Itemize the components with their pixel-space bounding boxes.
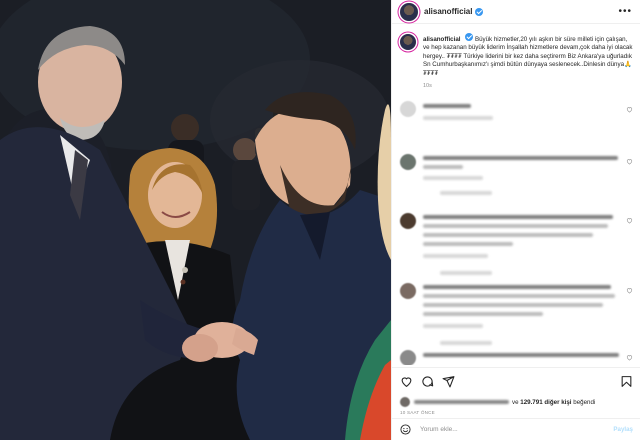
blurred-comment-text	[423, 215, 613, 219]
comment-like-heart-icon[interactable]	[626, 354, 633, 361]
likes-summary[interactable]: ve 129.791 diğer kişi beğendi	[400, 397, 633, 407]
likes-count-text[interactable]: ve 129.791 diğer kişi beğendi	[512, 399, 595, 406]
commenter-avatar[interactable]	[400, 283, 416, 299]
liker-avatar[interactable]	[400, 397, 410, 407]
blurred-comment-text	[423, 224, 608, 228]
blurred-comment-text	[423, 233, 593, 237]
caption-author-avatar[interactable]	[400, 34, 416, 50]
verified-badge-icon	[475, 7, 484, 16]
emoji-icon[interactable]	[400, 424, 411, 435]
blurred-comment-text	[423, 104, 471, 108]
comment-icon[interactable]	[421, 375, 434, 388]
post-actions: ve 129.791 diğer kişi beğendi 10 SAAT ÖN…	[392, 367, 640, 415]
blurred-comment-text	[423, 285, 611, 289]
commenter-avatar[interactable]	[400, 154, 416, 170]
blurred-replies-link[interactable]	[440, 191, 492, 195]
post-time-ago[interactable]: 10 SAAT ÖNCE	[400, 410, 633, 415]
author-username[interactable]: alisanofficial	[424, 7, 472, 16]
likes-suffix: beğendi	[571, 398, 596, 406]
post-details-panel: alisanofficial ••• alisanofficial Büyük …	[391, 0, 640, 440]
photo-illustration	[0, 0, 391, 440]
blurred-comment-text	[423, 294, 615, 298]
commenter-avatar[interactable]	[400, 213, 416, 229]
comment-like-heart-icon[interactable]	[626, 106, 633, 113]
commenter-avatar[interactable]	[400, 350, 416, 365]
add-comment-bar: Paylaş	[392, 418, 640, 440]
blurred-comment-text	[423, 303, 603, 307]
post-photo[interactable]	[0, 0, 391, 440]
blurred-replies-link[interactable]	[440, 341, 492, 345]
comment-like-heart-icon[interactable]	[626, 287, 633, 294]
share-icon[interactable]	[442, 375, 455, 388]
post-caption: alisanofficial Büyük hizmetler,20 yılı a…	[392, 25, 640, 90]
likes-count[interactable]: 129.791 diğer kişi	[520, 399, 571, 406]
comment-like-heart-icon[interactable]	[626, 158, 633, 165]
bookmark-icon[interactable]	[620, 375, 633, 388]
blurred-comment-meta	[423, 176, 483, 180]
heart-icon[interactable]	[400, 375, 413, 388]
comment-input[interactable]	[420, 426, 590, 433]
blurred-comment-text	[423, 156, 618, 160]
post-header: alisanofficial •••	[392, 0, 640, 24]
blurred-replies-link[interactable]	[440, 271, 492, 275]
post-comment-button[interactable]: Paylaş	[613, 426, 633, 433]
blurred-comment-meta	[423, 324, 483, 328]
comments-section[interactable]: alisanofficial Büyük hizmetler,20 yılı a…	[392, 25, 640, 365]
blurred-comment-text	[423, 312, 543, 316]
caption-timestamp: 10s	[423, 83, 432, 90]
blurred-liker-name[interactable]	[414, 400, 509, 404]
commenter-avatar[interactable]	[400, 101, 416, 117]
caption-username[interactable]: alisanofficial	[423, 36, 460, 43]
more-options-icon[interactable]: •••	[618, 6, 632, 17]
blurred-comment-meta	[423, 116, 493, 120]
author-avatar[interactable]	[400, 2, 418, 21]
comment-like-heart-icon[interactable]	[626, 217, 633, 224]
verified-badge-icon	[465, 33, 474, 41]
blurred-comment-text	[423, 165, 463, 169]
blurred-comment-meta	[423, 254, 488, 258]
blurred-comment-text	[423, 353, 619, 357]
blurred-comment-text	[423, 242, 513, 246]
